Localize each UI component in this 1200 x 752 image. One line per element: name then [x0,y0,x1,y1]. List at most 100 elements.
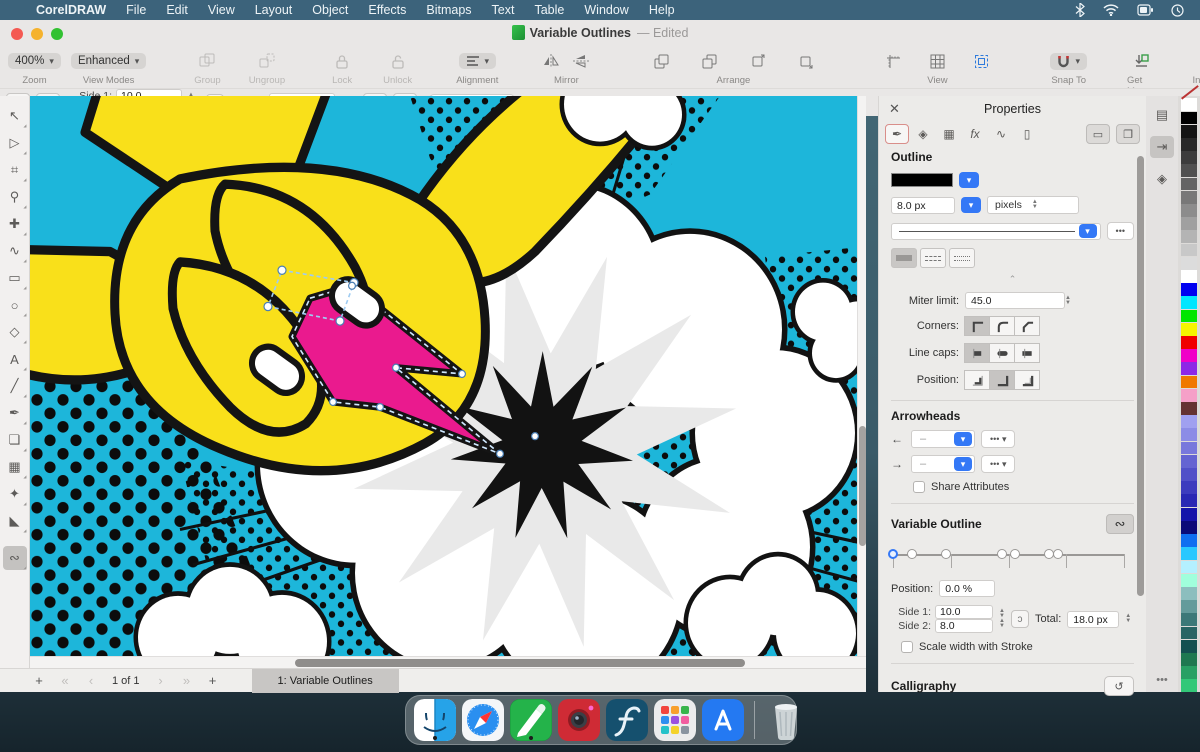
add-page-button-2[interactable]: + [200,673,226,688]
add-page-button[interactable]: + [26,673,52,688]
position-outside-button[interactable] [1014,370,1040,390]
outline-color-swatch[interactable] [891,173,953,187]
vo-total-stepper[interactable]: ▲ ▼ [1125,613,1131,624]
tab-summary[interactable]: ▯ [1015,124,1039,144]
palette-swatch-18[interactable] [1181,336,1197,349]
outline-units-select[interactable]: pixels ▲ ▼ [987,196,1079,214]
palette-swatch-6[interactable] [1181,177,1197,191]
group-button[interactable]: Group [194,46,221,86]
palette-swatch-1[interactable] [1181,111,1197,125]
line-tool[interactable]: ╱ [3,374,27,398]
rulers-icon[interactable] [882,50,904,72]
palette-swatch-17[interactable] [1181,322,1197,336]
vo-sides-stepper[interactable]: ▲ ▼ ▲ ▼ [999,608,1005,629]
outline-style-more-button[interactable]: ••• [1106,222,1134,240]
vo-handle-0[interactable] [888,549,898,559]
menu-edit[interactable]: Edit [156,0,198,20]
palette-swatch-33[interactable] [1181,534,1197,547]
palette-swatch-44[interactable] [1181,679,1197,693]
scale-width-checkbox[interactable] [901,641,913,653]
palette-swatch-28[interactable] [1181,468,1197,481]
view-mode-dropdown[interactable]: Enhanced ▾ [70,53,147,69]
palette-swatch-14[interactable] [1181,283,1197,297]
palette-swatch-41[interactable] [1181,639,1197,653]
palette-swatch-16[interactable] [1181,309,1197,323]
clock-icon[interactable] [1171,3,1184,17]
forward-one-icon[interactable] [746,50,768,72]
collapse-chevron-icon[interactable]: ⌃ [891,274,1134,285]
share-attributes-checkbox[interactable] [913,481,925,493]
grid-icon[interactable] [926,50,948,72]
menu-file[interactable]: File [116,0,156,20]
palette-swatch-26[interactable] [1181,441,1197,455]
palette-more-button[interactable]: ••• [1156,674,1168,686]
outline-width-dropdown[interactable]: ▾ [961,197,981,213]
miter-input[interactable]: 45.0 [965,292,1065,309]
palette-swatch-3[interactable] [1181,138,1197,151]
vo-handle-4[interactable] [1009,549,1020,559]
h-scroll-thumb[interactable] [295,659,745,667]
variable-outline-slider[interactable] [888,542,1134,572]
palette-swatch-30[interactable] [1181,494,1197,508]
canvas-vertical-scrollbar[interactable] [857,96,866,656]
vo-handle-5[interactable] [1043,549,1054,559]
pick-tool[interactable]: ↖ [3,104,26,128]
vo-handle-6[interactable] [1053,549,1064,559]
page-border-icon[interactable] [970,50,992,72]
mesh-fill-tool[interactable]: ▦ [3,455,26,479]
cap-butt-button[interactable] [964,343,990,363]
corner-bevel-button[interactable] [1014,316,1040,336]
bluetooth-icon[interactable] [1075,3,1085,17]
drawing-canvas[interactable] [30,96,866,656]
lock-button[interactable]: Lock [331,46,353,86]
palette-swatch-4[interactable] [1181,151,1197,165]
freehand-tool[interactable]: ✚ [3,212,26,236]
palette-swatch-19[interactable] [1181,349,1197,363]
arrowhead-start-dropdown[interactable]: – ▾ [911,430,975,448]
cap-round-button[interactable] [989,343,1015,363]
palette-swatch-39[interactable] [1181,613,1197,627]
palette-swatch-5[interactable] [1181,164,1197,178]
dock-trash[interactable] [765,699,807,741]
tab-outline[interactable]: ✒ [885,124,909,144]
float-panel-button[interactable]: ▭ [1086,124,1110,144]
dock-launchpad[interactable] [654,699,696,741]
dock-safari[interactable] [462,699,504,741]
pen-tool[interactable]: ✒ [3,401,26,425]
palette-swatch-36[interactable] [1181,573,1197,587]
tab-curve[interactable]: ∿ [989,124,1013,144]
first-page-button[interactable]: « [52,673,78,688]
variable-outline-tool-button[interactable]: ∾ [1106,514,1134,534]
canvas-horizontal-scrollbar[interactable] [30,656,866,668]
variable-outline-tool[interactable]: ∾ [2,546,27,570]
palette-swatch-11[interactable] [1181,243,1197,257]
dock-font-manager[interactable] [606,699,648,741]
outline-color-dropdown[interactable]: ▾ [959,172,979,188]
palette-swatch-25[interactable] [1181,428,1197,442]
tab-transparency[interactable]: ▦ [937,124,961,144]
crop-tool[interactable]: ⌗ [3,158,27,182]
new-panel-button[interactable]: ❐ [1116,124,1140,144]
battery-icon[interactable] [1137,4,1153,16]
layers-icon[interactable]: ◈ [1150,168,1174,190]
menu-object[interactable]: Object [302,0,358,20]
page-tab[interactable]: 1: Variable Outlines [251,668,399,693]
palette-swatch-10[interactable] [1181,230,1197,244]
arrowhead-end-dropdown[interactable]: – ▾ [911,455,975,473]
palette-swatch-22[interactable] [1181,388,1197,402]
palette-swatch-32[interactable] [1181,520,1197,534]
menu-table[interactable]: Table [524,0,574,20]
palette-swatch-8[interactable] [1181,204,1197,217]
cap-square-button[interactable] [1014,343,1040,363]
palette-swatch-29[interactable] [1181,481,1197,495]
menu-view[interactable]: View [198,0,245,20]
dock-photo-paint[interactable] [558,699,600,741]
palette-swatch-2[interactable] [1181,124,1197,138]
palette-swatch-37[interactable] [1181,586,1197,600]
eyedropper-tool[interactable]: ✦ [3,482,26,506]
palette-swatch-35[interactable] [1181,560,1197,574]
corner-miter-button[interactable] [964,316,990,336]
snap-to-dropdown[interactable]: ▾ [1050,52,1087,70]
style-preset-dotted[interactable] [949,248,975,268]
next-page-button[interactable]: › [148,673,174,688]
